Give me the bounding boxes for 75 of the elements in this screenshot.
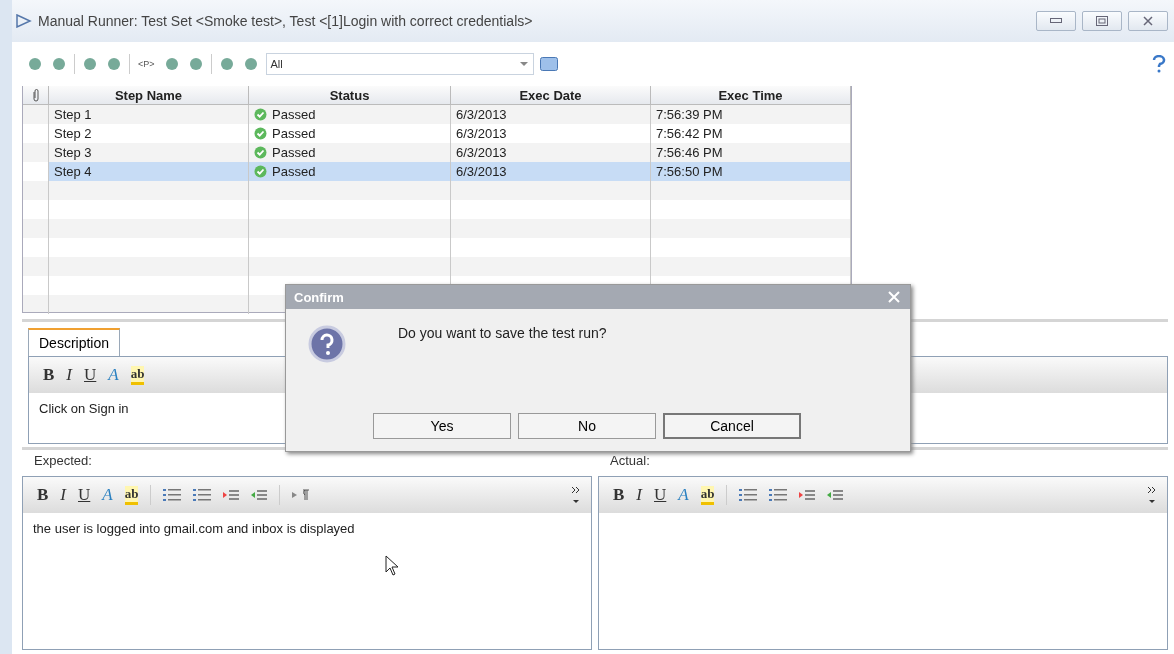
format-button[interactable]: I — [60, 485, 66, 505]
actual-editor[interactable]: B I U A ab — [598, 476, 1168, 650]
close-icon[interactable] — [888, 291, 900, 303]
format-button[interactable]: U — [84, 365, 97, 385]
overflow-chevron-icon[interactable] — [571, 485, 581, 505]
actual-label: Actual: — [609, 453, 651, 468]
table-cell: 6/3/2013 — [451, 162, 651, 181]
column-header[interactable]: Status — [249, 86, 451, 105]
column-header[interactable]: Exec Date — [451, 86, 651, 105]
indent-icon[interactable] — [799, 489, 816, 501]
play-icon — [16, 14, 32, 28]
help-icon[interactable] — [1152, 55, 1166, 73]
check-circle-icon — [254, 127, 267, 140]
maximize-icon — [1096, 16, 1108, 26]
format-button[interactable]: ab — [124, 485, 139, 505]
bullet-list-icon[interactable] — [739, 488, 758, 502]
maximize-button[interactable] — [1082, 11, 1122, 31]
parameter-button[interactable]: <P> — [136, 53, 157, 75]
status-text: Passed — [272, 126, 316, 141]
check-circle-icon — [254, 108, 267, 121]
status-text: Passed — [272, 145, 316, 160]
numbered-list-icon[interactable] — [193, 488, 212, 502]
format-button[interactable]: A — [102, 485, 113, 505]
table-cell: 6/3/2013 — [451, 124, 651, 143]
table-cell: Step 2 — [49, 124, 249, 143]
mouse-pointer-icon — [385, 555, 401, 577]
outdent-icon[interactable] — [251, 489, 268, 501]
numbered-list-icon[interactable] — [769, 488, 788, 502]
check-circle-icon — [254, 146, 267, 159]
dialog-message: Do you want to save the test run? — [398, 325, 607, 343]
format-button[interactable]: A — [678, 485, 689, 505]
close-icon — [1143, 16, 1153, 26]
table-cell: Step 4 — [49, 162, 249, 181]
dialog-button[interactable]: No — [518, 413, 656, 439]
format-button[interactable]: ab — [700, 485, 715, 505]
paragraph-icon[interactable] — [292, 489, 311, 501]
column-header[interactable]: Exec Time — [651, 86, 851, 105]
bullet-list-icon[interactable] — [163, 488, 182, 502]
table-cell: 7:56:50 PM — [651, 162, 851, 181]
format-button[interactable]: B — [43, 365, 55, 385]
expected-label: Expected: — [33, 453, 93, 468]
table-cell: 7:56:39 PM — [651, 105, 851, 124]
description-text: Click on Sign in — [38, 400, 130, 418]
dialog-button[interactable]: Yes — [373, 413, 511, 439]
table-cell: 6/3/2013 — [451, 105, 651, 124]
dialog-title: Confirm — [294, 289, 344, 305]
overflow-chevron-icon[interactable] — [1147, 485, 1157, 505]
close-button[interactable] — [1128, 11, 1168, 31]
format-button[interactable]: U — [78, 485, 91, 505]
minimize-button[interactable] — [1036, 11, 1076, 31]
outdent-icon[interactable] — [827, 489, 844, 501]
table-cell: 7:56:42 PM — [651, 124, 851, 143]
minimize-icon — [1050, 18, 1062, 24]
filter-dropdown[interactable]: All — [265, 53, 534, 75]
check-circle-icon — [254, 165, 267, 178]
format-button[interactable]: B — [37, 485, 49, 505]
tab[interactable]: Description — [28, 328, 121, 356]
format-button[interactable]: ab — [130, 365, 145, 385]
format-button[interactable]: A — [108, 365, 119, 385]
format-button[interactable]: I — [636, 485, 642, 505]
status-text: Passed — [272, 107, 316, 122]
caret-icon — [518, 61, 529, 67]
window-title: Manual Runner: Test Set <Smoke test>, Test <[1]Login with correct credentials> — [38, 13, 534, 29]
window-layout-icon[interactable] — [539, 57, 558, 71]
format-button[interactable]: U — [654, 485, 667, 505]
format-button[interactable]: B — [613, 485, 625, 505]
expected-editor[interactable]: B I U A ab the user is logged into gmail.com and inbox is displayed — [22, 476, 592, 650]
indent-icon[interactable] — [223, 489, 240, 501]
format-button[interactable]: I — [66, 365, 72, 385]
dialog-button[interactable]: Cancel — [663, 413, 801, 439]
expected-text: the user is logged into gmail.com and inbox is displayed — [32, 520, 356, 538]
question-icon — [308, 325, 346, 363]
table-cell: Step 1 — [49, 105, 249, 124]
status-text: Passed — [272, 164, 316, 179]
column-header[interactable]: Step Name — [49, 86, 249, 105]
